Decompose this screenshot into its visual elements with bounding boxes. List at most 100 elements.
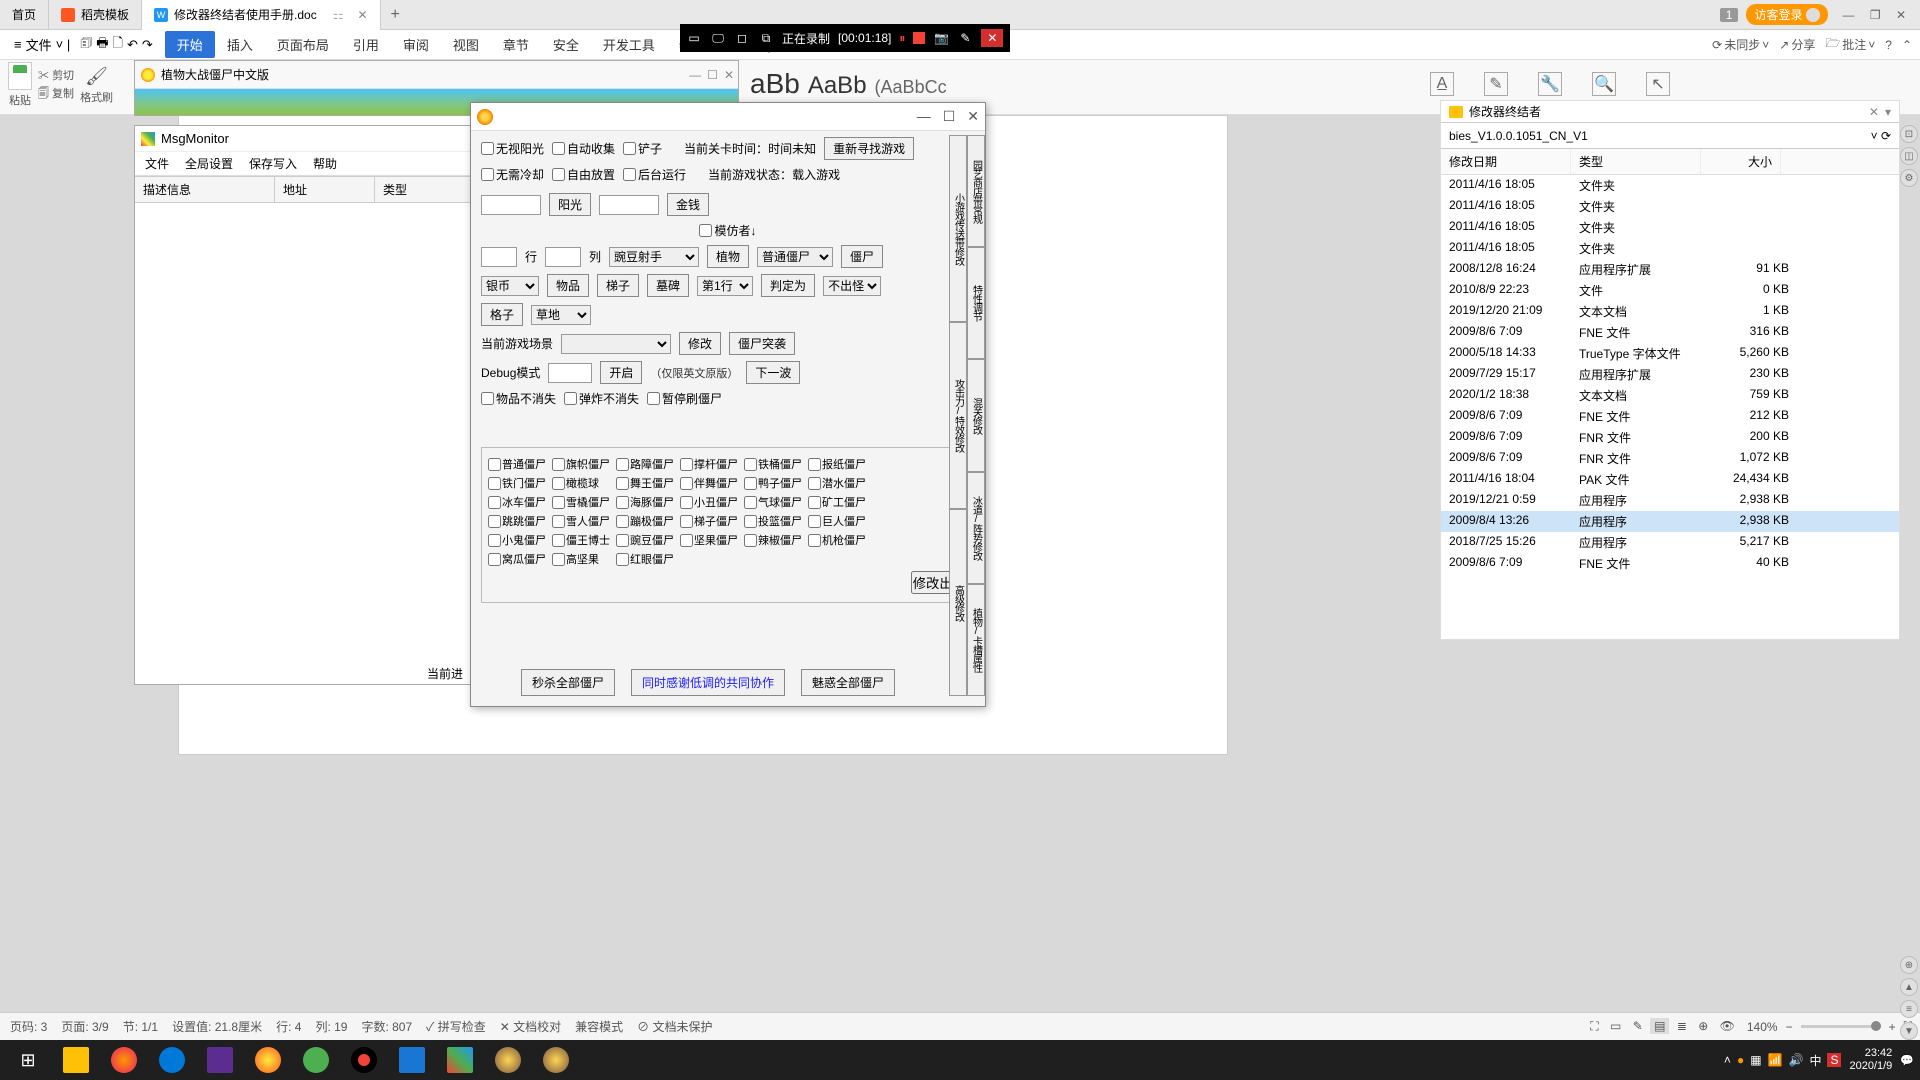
chk-background[interactable]: 后台运行 [623, 166, 686, 183]
charm-all-button[interactable]: 魅惑全部僵尸 [801, 669, 895, 696]
file-row-13[interactable]: 2009/8/6 7:09FNR 文件1,072 KB [1441, 448, 1899, 469]
col-type[interactable]: 类型 [375, 177, 473, 202]
menu-file[interactable]: 文件 [145, 155, 169, 172]
zombie-check-31[interactable]: 高坚果 [552, 551, 614, 567]
chk-noitems[interactable]: 物品不消失 [481, 390, 556, 407]
zombie-check-11[interactable]: 潜水僵尸 [808, 475, 870, 491]
zombie-check-10[interactable]: 鸭子僵尸 [744, 475, 806, 491]
path-dropdown-icon[interactable]: ˅ [1871, 129, 1878, 143]
pin-icon[interactable]: ⚏ [333, 8, 344, 22]
zoom-slider[interactable] [1801, 1025, 1881, 1028]
annotate-button[interactable]: 🗁批注 ˅ [1825, 34, 1875, 55]
col-addr[interactable]: 地址 [275, 177, 375, 202]
ribbon-tab-ref[interactable]: 引用 [341, 31, 391, 58]
tb-firefox[interactable] [100, 1041, 148, 1079]
file-row-6[interactable]: 2019/12/20 21:09文本文档1 KB [1441, 301, 1899, 322]
status-proof[interactable]: ✕ 文档校对 [500, 1018, 561, 1035]
item-button[interactable]: 物品 [547, 274, 589, 297]
chk-freeplace[interactable]: 自由放置 [552, 166, 615, 183]
zombie-check-25[interactable]: 僵王博士 [552, 532, 614, 548]
file-row-14[interactable]: 2011/4/16 18:04PAK 文件24,434 KB [1441, 469, 1899, 490]
camera-icon[interactable]: 📷 [933, 30, 949, 46]
vtab-4[interactable]: 植物/卡槽属性 [967, 584, 985, 696]
tab-template[interactable]: 稻壳模板 [49, 0, 142, 30]
style-sample-1[interactable]: aBb [750, 68, 800, 100]
ribbon-tab-safe[interactable]: 安全 [541, 31, 591, 58]
close-recorder-icon[interactable]: ✕ [981, 29, 1003, 47]
file-row-0[interactable]: 2011/4/16 18:05文件夹 [1441, 175, 1899, 196]
nav-icon[interactable]: ⊡ [1900, 125, 1918, 143]
row-select[interactable]: 第1行 [697, 276, 753, 296]
file-row-9[interactable]: 2009/7/29 15:17应用程序扩展230 KB [1441, 364, 1899, 385]
text-effects-icon[interactable]: A̲ [1430, 72, 1454, 96]
status-protect[interactable]: ⊘ 文档未保护 [637, 1018, 712, 1035]
zoom-tool-icon[interactable]: 🔍 [1592, 72, 1616, 96]
money-button[interactable]: 金钱 [667, 193, 709, 216]
menu-global[interactable]: 全局设置 [185, 155, 233, 172]
pvz-close-icon[interactable]: ✕ [724, 68, 734, 82]
chk-nobullet[interactable]: 弹炸不消失 [564, 390, 639, 407]
msgmon-body[interactable] [135, 203, 473, 658]
tb-explorer[interactable] [52, 1041, 100, 1079]
chk-imitator[interactable]: 模仿者↓ [699, 222, 756, 239]
vtab2-0[interactable]: 小游戏传送带修改 [949, 135, 967, 322]
zombie-check-24[interactable]: 小鬼僵尸 [488, 532, 550, 548]
tab-document[interactable]: W修改器终结者使用手册.doc⚏✕ [142, 0, 381, 30]
zombie-check-22[interactable]: 投篮僵尸 [744, 513, 806, 529]
zombie-check-9[interactable]: 伴舞僵尸 [680, 475, 742, 491]
file-row-12[interactable]: 2009/8/6 7:09FNR 文件200 KB [1441, 427, 1899, 448]
close-icon[interactable]: ✕ [357, 8, 367, 22]
edit-view-icon[interactable]: ✎ [1629, 1018, 1647, 1034]
trainer-minimize-icon[interactable]: — [917, 108, 931, 125]
next-wave-button[interactable]: 下一波 [746, 361, 800, 384]
file-row-16[interactable]: 2009/8/4 13:26应用程序2,938 KB [1441, 511, 1899, 532]
vtab2-2[interactable]: 高级修改 [949, 509, 967, 696]
window-icon[interactable]: ⧉ [758, 30, 774, 46]
page-view-icon[interactable]: ▤ [1650, 1018, 1669, 1034]
collapse-ribbon-icon[interactable]: ⌃ [1902, 38, 1912, 52]
vtab-1[interactable]: 特性调节 [967, 247, 985, 359]
file-row-18[interactable]: 2009/8/6 7:09FNE 文件40 KB [1441, 553, 1899, 574]
pvz-maximize-icon[interactable]: ☐ [707, 68, 718, 82]
explorer-close-icon[interactable]: ✕ [1869, 105, 1879, 119]
col-type[interactable]: 类型 [1571, 149, 1701, 174]
file-row-15[interactable]: 2019/12/21 0:59应用程序2,938 KB [1441, 490, 1899, 511]
menu-help[interactable]: 帮助 [313, 155, 337, 172]
col-input[interactable] [545, 247, 581, 267]
zombie-rush-button[interactable]: 僵尸突袭 [729, 332, 795, 355]
tb-clover[interactable] [292, 1041, 340, 1079]
zombie-check-32[interactable]: 红眼僵尸 [616, 551, 678, 567]
plant-select[interactable]: 豌豆射手 [609, 247, 699, 267]
web-view-icon[interactable]: ⊕ [1694, 1018, 1712, 1034]
ribbon-tab-insert[interactable]: 插入 [215, 31, 265, 58]
char-tool-icon[interactable]: ✎ [1484, 72, 1508, 96]
msgmon-titlebar[interactable]: MsgMonitor [135, 126, 473, 152]
zombie-check-8[interactable]: 舞王僵尸 [616, 475, 678, 491]
tray-ime-icon[interactable]: S [1827, 1053, 1841, 1067]
sync-status[interactable]: ⟳未同步 ˅ [1712, 36, 1769, 53]
modify-scene-button[interactable]: 修改 [679, 332, 721, 355]
tb-msgmon[interactable] [436, 1041, 484, 1079]
file-row-4[interactable]: 2008/12/8 16:24应用程序扩展91 KB [1441, 259, 1899, 280]
trainer-close-icon[interactable]: ✕ [967, 108, 979, 125]
zombie-check-19[interactable]: 雪人僵尸 [552, 513, 614, 529]
scroll-mid-icon[interactable]: ≡ [1900, 1000, 1918, 1018]
scroll-down-icon[interactable]: ▼ [1900, 1022, 1918, 1040]
restore-icon[interactable]: ❐ [1864, 8, 1887, 22]
cut-button[interactable]: ✂ 剪切 [38, 67, 74, 83]
money-input[interactable] [599, 195, 659, 215]
notification-badge[interactable]: 1 [1720, 8, 1739, 22]
zombie-check-0[interactable]: 普通僵尸 [488, 456, 550, 472]
chk-shovel[interactable]: 铲子 [623, 140, 662, 157]
sun-input[interactable] [481, 195, 541, 215]
plant-button[interactable]: 植物 [707, 245, 749, 268]
zombie-check-20[interactable]: 蹦极僵尸 [616, 513, 678, 529]
menu-save[interactable]: 保存写入 [249, 155, 297, 172]
chk-autocollect[interactable]: 自动收集 [552, 140, 615, 157]
refresh-icon[interactable]: ⟳ [1881, 129, 1891, 143]
zombie-check-17[interactable]: 矿工僵尸 [808, 494, 870, 510]
zombie-check-15[interactable]: 小丑僵尸 [680, 494, 742, 510]
copy-button[interactable]: 🗐 复制 [38, 85, 74, 104]
zombie-check-5[interactable]: 报纸僵尸 [808, 456, 870, 472]
ribbon-tab-view[interactable]: 视图 [441, 31, 491, 58]
